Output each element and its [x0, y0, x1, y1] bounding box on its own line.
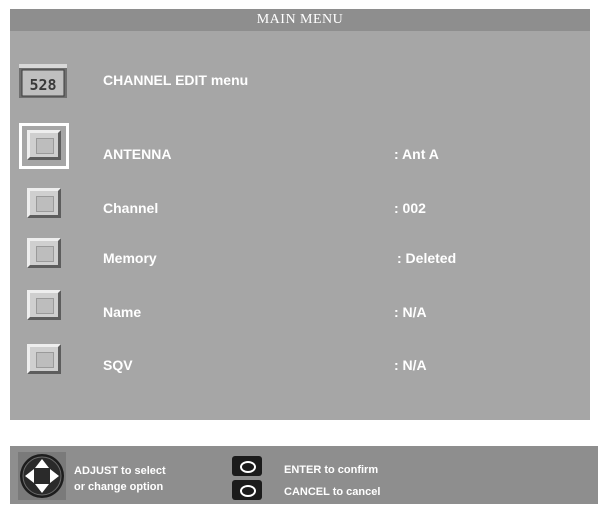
- window-title: MAIN MENU: [256, 12, 344, 27]
- channel-number-display: 528: [29, 76, 56, 94]
- adjust-help-line2: or change option: [74, 481, 164, 493]
- sqv-value[interactable]: : N/A: [394, 357, 427, 373]
- antenna-label[interactable]: ANTENNA: [103, 146, 171, 162]
- name-label[interactable]: Name: [103, 304, 141, 320]
- enter-help-text: ENTER to confirm: [284, 464, 379, 476]
- antenna-row-icon[interactable]: [27, 130, 61, 160]
- dpad-icon: [18, 452, 66, 500]
- adjust-help-line1: ADJUST to select: [74, 465, 166, 477]
- channel-value[interactable]: : 002: [394, 200, 426, 216]
- memory-row-icon[interactable]: [27, 238, 61, 268]
- memory-value[interactable]: : Deleted: [397, 250, 456, 266]
- channel-label[interactable]: Channel: [103, 200, 158, 216]
- channel-edit-icon: 528: [17, 62, 69, 100]
- panel-right-edge: [590, 31, 598, 420]
- memory-label[interactable]: Memory: [103, 250, 157, 266]
- sqv-row-icon[interactable]: [27, 344, 61, 374]
- name-row-icon[interactable]: [27, 290, 61, 320]
- antenna-value[interactable]: : Ant A: [394, 146, 439, 162]
- cancel-help-text: CANCEL to cancel: [284, 486, 381, 498]
- menu-title-bar: MAIN MENU: [10, 9, 590, 31]
- name-value[interactable]: : N/A: [394, 304, 427, 320]
- cancel-button-icon: [232, 480, 262, 500]
- sqv-label[interactable]: SQV: [103, 357, 133, 373]
- page-title: CHANNEL EDIT menu: [103, 72, 249, 88]
- enter-button-icon: [232, 456, 262, 476]
- panel-bottom-strip: [10, 420, 590, 446]
- menu-panel: [10, 31, 590, 420]
- channel-row-icon[interactable]: [27, 188, 61, 218]
